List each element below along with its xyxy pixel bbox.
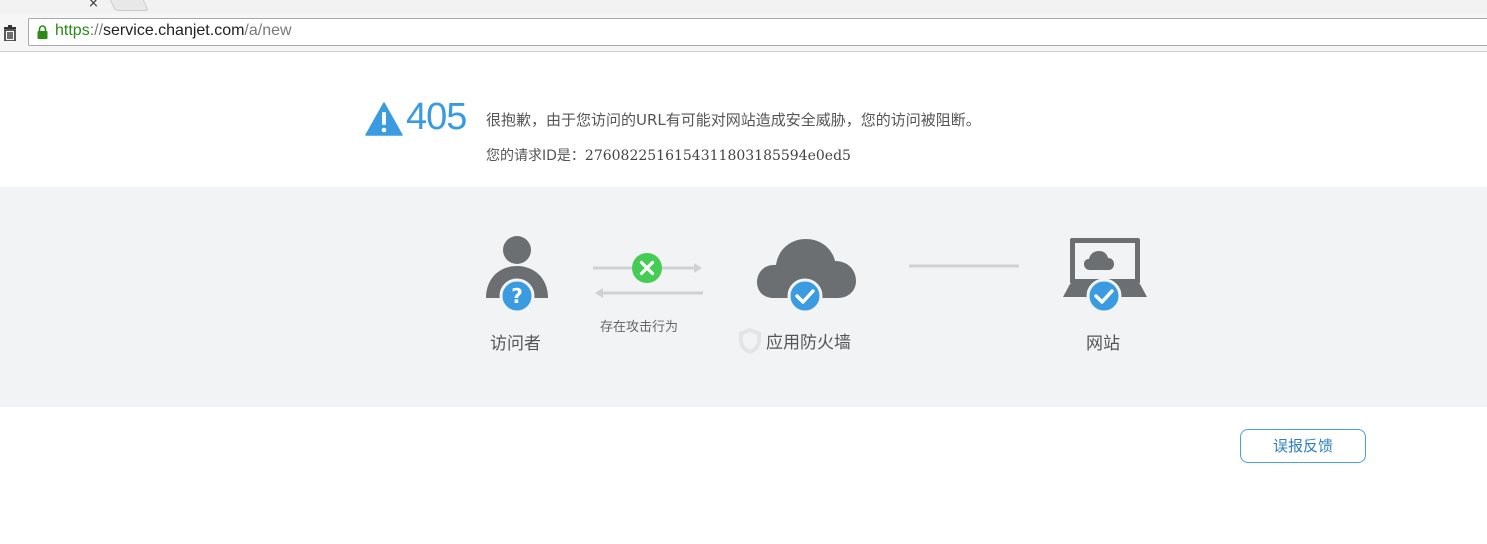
warning-icon <box>365 102 403 136</box>
url-text[interactable]: https://service.chanjet.com/a/new <box>55 22 292 40</box>
url-scheme: https <box>55 22 90 39</box>
firewall-label: 应用防火墙 <box>766 333 851 353</box>
svg-text:?: ? <box>511 284 523 308</box>
browser-toolbar: https://service.chanjet.com/a/new <box>0 14 1487 52</box>
x-circle-icon <box>632 253 662 283</box>
address-bar[interactable]: https://service.chanjet.com/a/new <box>28 18 1487 46</box>
attack-label: 存在攻击行为 <box>600 320 679 335</box>
shield-icon <box>739 328 761 354</box>
false-positive-report-button[interactable]: 误报反馈 <box>1240 429 1366 463</box>
request-id-value: 2760822516154311803185594e0ed5 <box>584 148 851 164</box>
trash-icon[interactable] <box>3 25 17 41</box>
person-question-icon: ? <box>486 236 548 314</box>
laptop-check-icon <box>1063 238 1147 314</box>
visitor-label: 访问者 <box>490 334 541 354</box>
connector-line <box>909 264 1019 268</box>
cloud-check-icon <box>757 239 856 314</box>
new-tab-button[interactable] <box>108 0 150 11</box>
error-message: 很抱歉，由于您访问的URL有可能对网站造成安全威胁，您的访问被阻断。 <box>486 111 981 129</box>
tab-strip: × <box>0 0 1487 14</box>
error-code: 405 <box>406 96 467 138</box>
lock-icon <box>37 25 48 39</box>
tab-close-icon[interactable]: × <box>88 0 99 11</box>
request-id-label: 您的请求ID是： <box>486 148 585 164</box>
url-path: /a/new <box>244 22 292 39</box>
flow-diagram <box>0 187 1487 407</box>
url-host: service.chanjet.com <box>103 22 245 39</box>
website-label: 网站 <box>1086 334 1120 354</box>
request-id-line: 您的请求ID是：2760822516154311803185594e0ed5 <box>486 145 851 165</box>
url-separator: :// <box>89 22 104 39</box>
